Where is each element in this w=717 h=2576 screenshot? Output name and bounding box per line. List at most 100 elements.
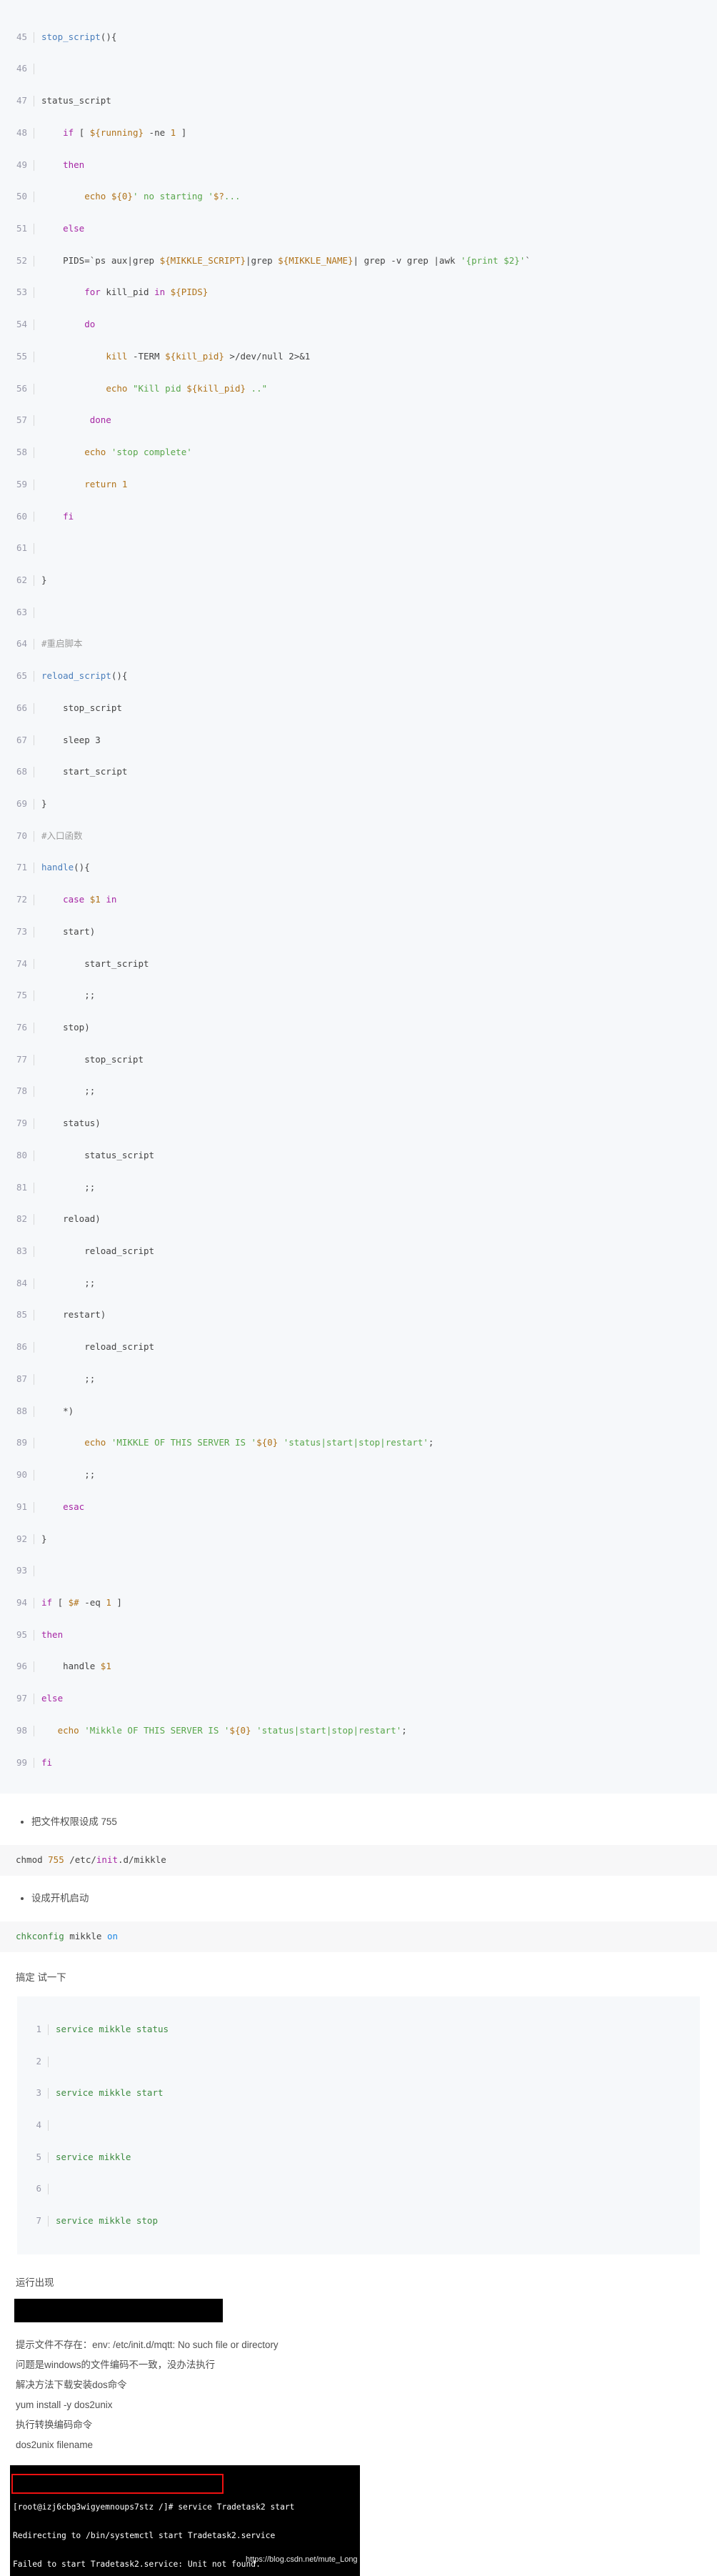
code-text: handle(){ <box>41 862 90 873</box>
line-number: 71 <box>0 862 34 874</box>
line-number: 95 <box>0 1629 34 1641</box>
code-text: reload_script <box>41 1341 155 1353</box>
code-line: 48 if [ ${running} -ne 1 ] <box>0 126 717 139</box>
code-line: 49 then <box>0 159 717 171</box>
code-text: for kill_pid in ${PIDS} <box>84 287 209 298</box>
terminal-line: Redirecting to /bin/systemctl start Trad… <box>13 2530 276 2540</box>
code-text: *) <box>41 1405 74 1416</box>
code-text: reload_script(){ <box>41 670 128 682</box>
code-line: 66 stop_script <box>0 702 717 714</box>
heading-run-output: 运行出现 <box>16 2277 54 2288</box>
line-number: 49 <box>0 159 34 171</box>
code-line: 62} <box>0 575 717 586</box>
code-text: kill -TERM ${kill_pid} >/dev/null 2>&1 <box>106 350 311 362</box>
code-line: 64 #重启脚本 <box>0 638 717 650</box>
code-text: if [ $# -eq 1 ] <box>41 1596 122 1608</box>
code-line: 95 then <box>0 1629 717 1641</box>
code-text: return 1 <box>84 478 128 489</box>
code-text: service mikkle start <box>56 2087 164 2099</box>
code-line: 98 echo 'Mikkle OF THIS SERVER IS '${0} … <box>0 1724 717 1736</box>
command-chmod: chmod 755 /etc/init.d/mikkle <box>0 1845 717 1876</box>
code-line: 89 echo 'MIKKLE OF THIS SERVER IS '${0} … <box>0 1437 717 1449</box>
code-text: do <box>84 319 96 330</box>
code-text: stop_script <box>41 702 122 713</box>
code-text: #重启脚本 <box>41 638 83 650</box>
terminal-screenshot-mikkle-error: [root@izj6cbg3wigyemnoups7stz /]# c [roo… <box>14 2298 223 2322</box>
line-number: 93 <box>0 1565 34 1577</box>
note-convert-cmd: 执行转换编码命令 <box>16 2419 93 2430</box>
code-text: start_script <box>41 958 149 969</box>
code-line: 79 status) <box>0 1118 717 1130</box>
line-number: 89 <box>0 1437 34 1449</box>
code-line: 82 reload) <box>0 1213 717 1225</box>
code-text: echo 'MIKKLE OF THIS SERVER IS '${0} 'st… <box>84 1437 434 1448</box>
code-text: if [ ${running} -ne 1 ] <box>63 126 187 138</box>
code-line: 56 echo "Kill pid ${kill_pid} .." <box>0 383 717 394</box>
note-yum-install: yum install -y dos2unix <box>16 2399 113 2410</box>
code-text: sleep 3 <box>41 734 101 745</box>
code-line: 58 echo 'stop complete' <box>0 447 717 458</box>
line-number: 57 <box>0 414 34 427</box>
code-line: 87 ;; <box>0 1373 717 1385</box>
code-text: then <box>63 159 85 170</box>
line-number: 86 <box>0 1341 34 1353</box>
code-text: case $1 in <box>63 894 117 905</box>
line-number: 75 <box>0 990 34 1002</box>
line-number: 88 <box>0 1406 34 1417</box>
code-text: } <box>41 797 47 809</box>
article-page: 45 stop_script(){ 46 47 status_script 48 i… <box>0 0 717 2576</box>
note-solution: 解决方法下载安装dos命令 <box>16 2379 127 2390</box>
code-line: 6 <box>17 2184 700 2195</box>
code-line: 97 else <box>0 1693 717 1704</box>
note-file-not-exist: 提示文件不存在：env: /etc/init.d/mqtt: No such f… <box>16 2339 279 2350</box>
line-number: 2 <box>17 2056 49 2067</box>
code-line: 81 ;; <box>0 1182 717 1193</box>
code-line: 59 return 1 <box>0 479 717 490</box>
code-text: reload_script <box>41 1245 155 1257</box>
terminal-screenshot-tradetasks2: [root@izj6cbg3wigyemnoups7stz /]# servic… <box>10 2465 360 2576</box>
code-text: echo 'stop complete' <box>84 447 192 458</box>
line-number: 97 <box>0 1693 34 1704</box>
line-number: 51 <box>0 223 34 234</box>
code-line: 2 <box>17 2056 700 2067</box>
line-number: 55 <box>0 351 34 362</box>
code-text: reload) <box>41 1213 101 1225</box>
code-text: service mikkle stop <box>56 2215 158 2227</box>
line-number: 76 <box>0 1022 34 1033</box>
code-text: fi <box>63 510 74 522</box>
list-item: 把文件权限设成 755 <box>31 1815 717 1829</box>
line-number: 61 <box>0 542 34 555</box>
list-item: 设成开机启动 <box>31 1891 717 1906</box>
bullet-list-permissions: 把文件权限设成 755 <box>0 1815 717 1829</box>
code-line: 70 #入口函数 <box>0 830 717 842</box>
line-number: 96 <box>0 1661 34 1673</box>
code-line: 80 status_script <box>0 1150 717 1161</box>
line-number: 72 <box>0 894 34 906</box>
line-number: 67 <box>0 735 34 746</box>
code-text: else <box>41 1693 64 1704</box>
line-number: 66 <box>0 702 34 714</box>
code-text: esac <box>63 1501 85 1512</box>
code-line: 4 <box>17 2119 700 2131</box>
code-line: 75 ;; <box>0 990 717 1002</box>
code-text: stop_script(){ <box>41 31 117 42</box>
heading-try-it: 搞定 试一下 <box>16 1972 66 1984</box>
code-text: ;; <box>41 1373 96 1384</box>
code-line: 52 PIDS=`ps aux|grep ${MIKKLE_SCRIPT}|gr… <box>0 255 717 267</box>
line-number: 56 <box>0 383 34 394</box>
line-number: 48 <box>0 127 34 139</box>
line-number: 70 <box>0 830 34 842</box>
line-number: 59 <box>0 479 34 490</box>
line-number: 64 <box>0 638 34 650</box>
code-text: echo 'Mikkle OF THIS SERVER IS '${0} 'st… <box>57 1724 407 1736</box>
line-number: 58 <box>0 447 34 458</box>
command-chkconfig: chkconfig mikkle on <box>0 1921 717 1953</box>
code-line: 74 start_script <box>0 958 717 970</box>
code-line: 57 done <box>0 414 717 427</box>
line-number: 53 <box>0 287 34 299</box>
code-text: status_script <box>41 1149 155 1160</box>
